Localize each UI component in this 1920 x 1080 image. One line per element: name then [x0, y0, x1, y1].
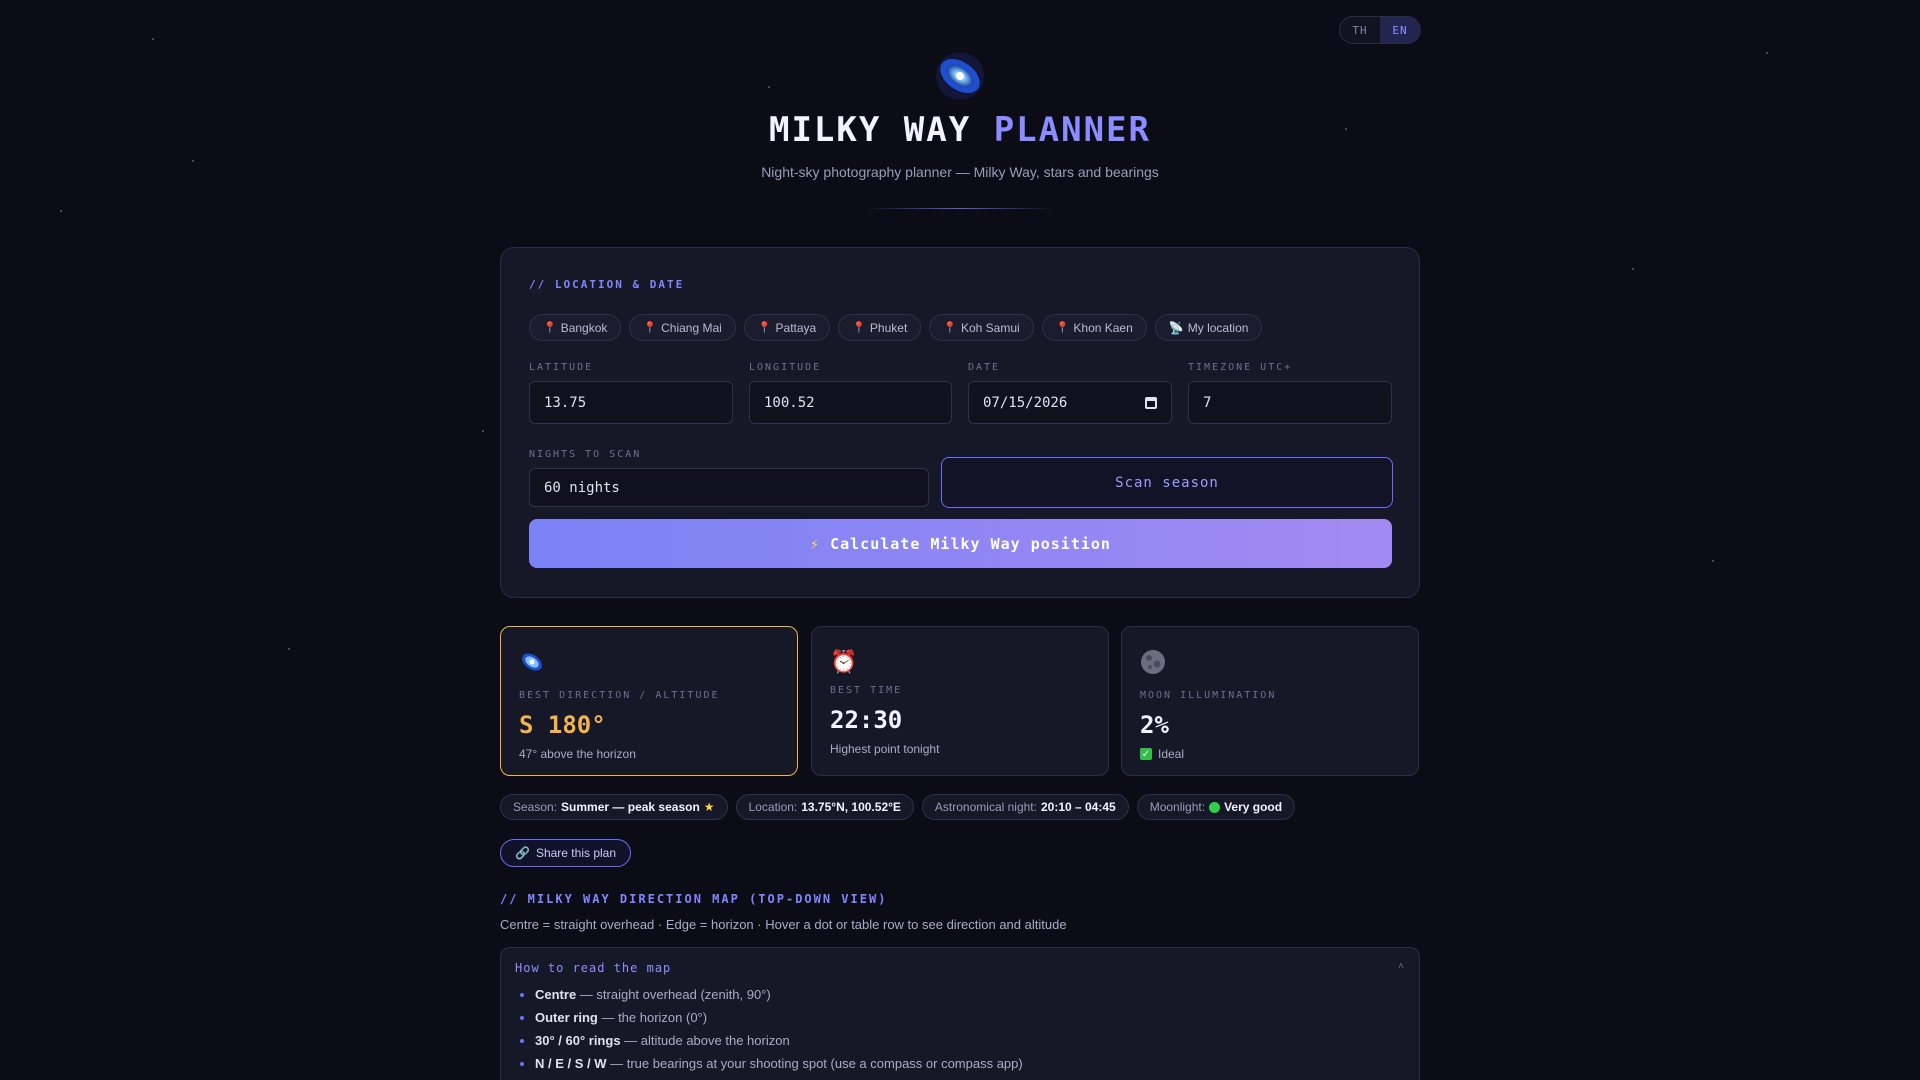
longitude-label: LONGITUDE: [749, 362, 822, 373]
map-title: // MILKY WAY DIRECTION MAP (TOP-DOWN VIE…: [500, 892, 888, 906]
date-value: 07/15/2026: [983, 394, 1068, 411]
how-to-read-header[interactable]: How to read the map ˄: [515, 961, 1405, 975]
nights-group: NIGHTS TO SCAN 60 nights: [529, 449, 929, 507]
date-input[interactable]: 07/15/2026: [968, 381, 1172, 424]
nights-select[interactable]: 60 nights: [529, 468, 929, 507]
preset-koh-samui[interactable]: 📍 Koh Samui: [929, 314, 1034, 341]
link-icon: 🔗: [515, 846, 530, 860]
latitude-label: LATITUDE: [529, 362, 594, 373]
moon-icon: [1140, 649, 1400, 680]
title-main: MILKY WAY: [768, 110, 972, 150]
lang-th-button[interactable]: TH: [1340, 17, 1380, 43]
language-toggle: TH EN: [1339, 16, 1421, 44]
star: [1632, 268, 1634, 270]
moon-illumination-card: MOON ILLUMINATION 2% ✓ Ideal: [1121, 626, 1419, 776]
map-subtitle: Centre = straight overhead · Edge = hori…: [500, 917, 1067, 932]
how-to-read-panel[interactable]: How to read the map ˄ Centre — straight …: [500, 947, 1420, 1080]
list-item: Centre — straight overhead (zenith, 90°): [535, 987, 1405, 1002]
hero: MILKY WAY PLANNER Night-sky photography …: [0, 50, 1920, 209]
date-label: DATE: [968, 362, 1001, 373]
lang-en-button[interactable]: EN: [1380, 17, 1420, 43]
pin-icon: 📍: [643, 322, 658, 334]
star: [60, 210, 62, 212]
galaxy-icon: [519, 649, 779, 680]
page-subtitle: Night-sky photography planner — Milky Wa…: [761, 164, 1159, 180]
season-pill: Season: Summer — peak season ★: [500, 794, 728, 820]
best-time-card: ⏰ BEST TIME 22:30 Highest point tonight: [811, 626, 1109, 776]
preset-pattaya[interactable]: 📍 Pattaya: [743, 314, 831, 341]
pin-icon: 📍: [757, 322, 772, 334]
date-group: DATE 07/15/2026: [968, 362, 1172, 424]
latitude-group: LATITUDE 13.75: [529, 362, 733, 424]
summary-pills: Season: Summer — peak season ★ Location:…: [500, 794, 1296, 820]
title-accent: PLANNER: [993, 110, 1151, 150]
star: [482, 430, 484, 432]
calendar-icon[interactable]: [1145, 396, 1157, 409]
pin-icon: 📍: [852, 322, 866, 334]
longitude-input[interactable]: 100.52: [749, 381, 952, 424]
preset-phuket[interactable]: 📍 Phuket: [838, 314, 922, 341]
preset-khon-kaen[interactable]: 📍 Khon Kaen: [1041, 314, 1147, 341]
section-label: // LOCATION & DATE: [529, 278, 685, 291]
stat-value: 2%: [1140, 711, 1169, 739]
location-presets: 📍 Bangkok 📍 Chiang Mai 📍 Pattaya 📍 Phuket 📍 K…: [529, 314, 1263, 341]
timezone-group: TIMEZONE UTC+ 7: [1188, 362, 1392, 424]
longitude-group: LONGITUDE 100.52: [749, 362, 952, 424]
my-location-button[interactable]: 📡 My location: [1154, 314, 1263, 341]
share-plan-button[interactable]: 🔗 Share this plan: [500, 839, 632, 867]
location-card: // LOCATION & DATE 📍 Bangkok 📍 Chiang Mai …: [500, 247, 1420, 598]
check-icon: ✓: [1140, 748, 1152, 760]
satellite-icon: 📡: [1168, 320, 1184, 335]
moonlight-pill: Moonlight: Very good: [1136, 794, 1296, 820]
how-to-read-list: Centre — straight overhead (zenith, 90°)…: [515, 987, 1405, 1071]
pin-icon: 📍: [543, 322, 557, 334]
star: [152, 38, 154, 40]
lightning-icon: ⚡: [810, 534, 821, 553]
stat-value: 22:30: [830, 706, 903, 734]
nights-label: NIGHTS TO SCAN: [529, 449, 642, 460]
star: [288, 648, 290, 650]
green-dot-icon: [1209, 801, 1221, 813]
list-item: N / E / S / W — true bearings at your sh…: [535, 1056, 1405, 1071]
stat-label: BEST DIRECTION / ALTITUDE: [519, 690, 720, 701]
list-item: 30° / 60° rings — altitude above the hor…: [535, 1033, 1405, 1048]
location-pill: Location: 13.75°N, 100.52°E: [735, 794, 914, 820]
calculate-button[interactable]: ⚡ Calculate Milky Way position: [529, 519, 1392, 568]
alarm-clock-icon: ⏰: [830, 649, 858, 674]
astronomical-night-pill: Astronomical night: 20:10 – 04:45: [921, 794, 1129, 820]
stat-note: Highest point tonight: [830, 742, 940, 756]
pin-icon: 📍: [943, 322, 957, 334]
how-to-read-title: How to read the map: [515, 961, 672, 975]
pin-icon: 📍: [1055, 322, 1070, 334]
star: [1712, 560, 1714, 562]
list-item: Outer ring — the horizon (0°): [535, 1010, 1405, 1025]
latitude-input[interactable]: 13.75: [529, 381, 733, 424]
preset-bangkok[interactable]: 📍 Bangkok: [529, 314, 622, 341]
best-direction-card: BEST DIRECTION / ALTITUDE S 180° 47° abo…: [500, 626, 798, 776]
stat-note: ✓ Ideal: [1140, 747, 1185, 761]
timezone-input[interactable]: 7: [1188, 381, 1392, 424]
page-title: MILKY WAY PLANNER: [0, 110, 1920, 150]
divider: [865, 208, 1055, 209]
star-icon: ★: [703, 800, 715, 814]
galaxy-icon: [934, 50, 986, 102]
collapse-icon[interactable]: ˄: [1398, 961, 1405, 975]
scan-season-button[interactable]: Scan season: [941, 457, 1393, 508]
preset-chiang-mai[interactable]: 📍 Chiang Mai: [629, 314, 736, 341]
stat-label: MOON ILLUMINATION: [1140, 690, 1277, 701]
timezone-label: TIMEZONE UTC+: [1188, 362, 1293, 373]
stat-label: BEST TIME: [830, 685, 903, 696]
stat-note: 47° above the horizon: [519, 747, 636, 761]
stat-value: S 180°: [519, 711, 606, 739]
calculate-label: Calculate Milky Way position: [830, 534, 1111, 553]
